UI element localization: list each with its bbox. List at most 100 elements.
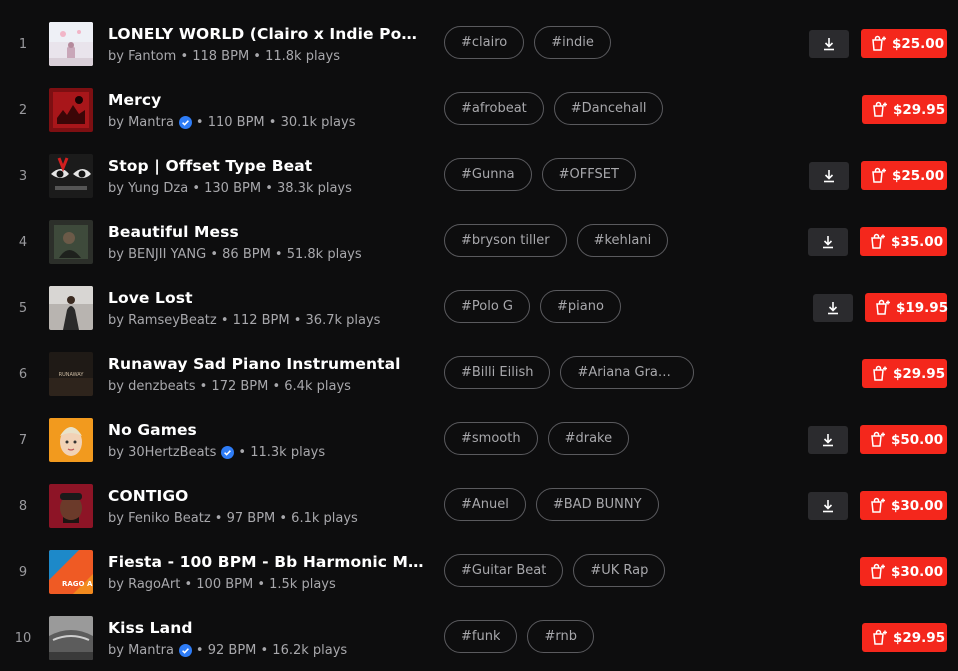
track-row[interactable]: 2 Mercy by Mantra • 110 BPM • 30.1k play…	[0, 77, 958, 143]
track-stats: • 11.3k plays	[238, 445, 326, 460]
track-title[interactable]: LONELY WORLD (Clairo x Indie Pop/Lof...	[108, 25, 428, 43]
track-cover-image[interactable]	[49, 154, 93, 198]
track-title[interactable]: Beautiful Mess	[108, 223, 428, 241]
track-title[interactable]: Love Lost	[108, 289, 428, 307]
track-title[interactable]: Mercy	[108, 91, 428, 109]
track-rank: 2	[18, 102, 28, 118]
producer-link[interactable]: by denzbeats	[108, 379, 195, 394]
track-cover-image[interactable]	[49, 418, 93, 462]
verified-badge-icon	[221, 446, 235, 459]
track-row[interactable]: 3 Stop | Offset Type Beat by Yung Dza • …	[0, 143, 958, 209]
download-button[interactable]	[809, 30, 849, 58]
price-label: $50.00	[891, 431, 944, 448]
producer-link[interactable]: by 30HertzBeats	[108, 445, 216, 460]
tag-chip[interactable]: #drake	[547, 422, 630, 455]
track-row[interactable]: 4 Beautiful Mess by BENJII YANG • 86 BPM…	[0, 209, 958, 275]
price-label: $19.95	[896, 299, 949, 316]
track-cover-image[interactable]	[49, 616, 93, 660]
track-stats: • 130 BPM • 38.3k plays	[192, 181, 352, 196]
track-cover-image[interactable]	[49, 484, 93, 528]
download-button[interactable]	[809, 162, 849, 190]
tag-chip[interactable]: #bryson tiller	[444, 224, 567, 257]
track-rank: 4	[18, 234, 28, 250]
track-cover-image[interactable]	[49, 88, 93, 132]
producer-link[interactable]: by Yung Dza	[108, 181, 188, 196]
track-cover-image[interactable]	[49, 220, 93, 264]
track-title[interactable]: No Games	[108, 421, 428, 439]
tag-chip[interactable]: #OFFSET	[541, 158, 636, 191]
add-to-cart-button[interactable]: $30.00	[860, 557, 947, 586]
tag-chip[interactable]: #rnb	[527, 620, 594, 653]
track-title[interactable]: Fiesta - 100 BPM - Bb Harmonic Minor	[108, 553, 428, 571]
track-cover-image[interactable]: RUNAWAY	[49, 352, 93, 396]
tag-chip[interactable]: #afrobeat	[444, 92, 544, 125]
download-icon	[823, 500, 833, 513]
add-to-cart-button[interactable]: $29.95	[862, 623, 947, 652]
track-row[interactable]: 8 CONTIGO by Feniko Beatz • 97 BPM • 6.1…	[0, 473, 958, 539]
track-row[interactable]: 9 RAGO ART Fiesta - 100 BPM - Bb Harmoni…	[0, 539, 958, 605]
tag-chip[interactable]: #indie	[534, 26, 611, 59]
track-cover-image[interactable]: RAGO ART	[49, 550, 93, 594]
producer-link[interactable]: by Mantra	[108, 643, 174, 658]
track-title[interactable]: Runaway Sad Piano Instrumental	[108, 355, 428, 373]
tag-chip[interactable]: #smooth	[444, 422, 538, 455]
tag-chip[interactable]: #Dancehall	[553, 92, 664, 125]
download-icon	[824, 38, 834, 51]
producer-link[interactable]: by RamseyBeatz	[108, 313, 217, 328]
tag-chip[interactable]: #Ariana Grand...	[560, 356, 695, 389]
track-row[interactable]: 5 Love Lost by RamseyBeatz • 112 BPM • 3…	[0, 275, 958, 341]
download-button[interactable]	[813, 294, 853, 322]
add-to-cart-button[interactable]: $19.95	[865, 293, 949, 322]
tag-chip[interactable]: #Polo G	[444, 290, 530, 323]
cart-plus-icon	[869, 431, 886, 448]
tag-chip[interactable]: #piano	[540, 290, 621, 323]
tag-chip[interactable]: #clairo	[444, 26, 525, 59]
add-to-cart-button[interactable]: $29.95	[862, 95, 947, 124]
price-label: $25.00	[892, 35, 945, 52]
download-button[interactable]	[808, 426, 848, 454]
track-title[interactable]: Kiss Land	[108, 619, 428, 637]
tag-list: #Gunna #OFFSET	[444, 158, 636, 191]
download-icon	[824, 170, 834, 183]
tag-chip[interactable]: #Anuel	[444, 488, 526, 521]
tag-chip[interactable]: #Billi Eilish	[444, 356, 551, 389]
add-to-cart-button[interactable]: $25.00	[861, 161, 947, 190]
tag-chip[interactable]: #funk	[444, 620, 518, 653]
verified-badge-icon	[178, 644, 192, 657]
track-row[interactable]: 6 RUNAWAY Runaway Sad Piano Instrumental…	[0, 341, 958, 407]
tag-chip[interactable]: #Guitar Beat	[444, 554, 564, 587]
track-title[interactable]: CONTIGO	[108, 487, 428, 505]
price-label: $30.00	[891, 563, 944, 580]
track-rank: 9	[18, 564, 28, 580]
track-meta: by 30HertzBeats • 11.3k plays	[108, 445, 325, 460]
producer-link[interactable]: by BENJII YANG	[108, 247, 206, 262]
track-title[interactable]: Stop | Offset Type Beat	[108, 157, 428, 175]
tag-chip[interactable]: #kehlani	[576, 224, 669, 257]
add-to-cart-button[interactable]: $35.00	[860, 227, 947, 256]
download-button[interactable]	[808, 228, 848, 256]
add-to-cart-button[interactable]: $30.00	[860, 491, 947, 520]
track-row[interactable]: 7 No Games by 30HertzBeats • 11.3k plays…	[0, 407, 958, 473]
track-stats: • 97 BPM • 6.1k plays	[214, 511, 358, 526]
track-cover-image[interactable]	[49, 22, 93, 66]
add-to-cart-button[interactable]: $29.95	[862, 359, 947, 388]
producer-link[interactable]: by Fantom	[108, 49, 176, 64]
add-to-cart-button[interactable]: $25.00	[861, 29, 947, 58]
cart-plus-icon	[870, 167, 887, 184]
producer-link[interactable]: by Feniko Beatz	[108, 511, 211, 526]
download-button[interactable]	[808, 492, 848, 520]
tag-chip[interactable]: #BAD BUNNY	[535, 488, 659, 521]
track-row[interactable]: 10 Kiss Land by Mantra • 92 BPM • 16.2k …	[0, 605, 958, 671]
cart-plus-icon	[869, 563, 886, 580]
cart-plus-icon	[874, 299, 891, 316]
producer-link[interactable]: by RagoArt	[108, 577, 180, 592]
svg-text:RUNAWAY: RUNAWAY	[59, 372, 85, 378]
track-row[interactable]: 1 LONELY WORLD (Clairo x Indie Pop/Lof..…	[0, 11, 958, 77]
tag-chip[interactable]: #Gunna	[444, 158, 532, 191]
producer-link[interactable]: by Mantra	[108, 115, 174, 130]
track-meta: by denzbeats • 172 BPM • 6.4k plays	[108, 379, 351, 394]
cart-plus-icon	[871, 101, 888, 118]
tag-chip[interactable]: #UK Rap	[573, 554, 666, 587]
track-cover-image[interactable]	[49, 286, 93, 330]
add-to-cart-button[interactable]: $50.00	[860, 425, 947, 454]
